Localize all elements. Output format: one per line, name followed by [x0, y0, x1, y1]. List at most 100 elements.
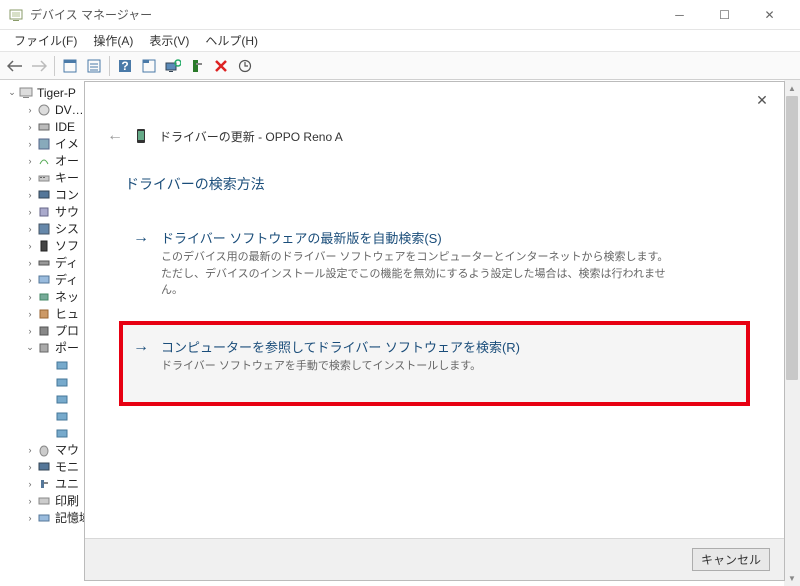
maximize-button[interactable]: ☐	[702, 0, 747, 30]
tree-item-label: ポー	[55, 339, 79, 356]
window-title: デバイス マネージャー	[30, 6, 657, 23]
driver-update-dialog: ✕ ← ドライバーの更新 - OPPO Reno A ドライバーの検索方法 → …	[85, 82, 784, 580]
tree-item-label: コン	[55, 186, 79, 203]
caret-icon[interactable]: ⌄	[24, 342, 36, 353]
toolbar: ?	[0, 52, 800, 80]
option-browse-desc: ドライバー ソフトウェアを手動で検索してインストールします。	[161, 358, 520, 375]
port-icon	[54, 391, 70, 407]
caret-icon[interactable]: ›	[24, 513, 36, 523]
scroll-down-icon[interactable]: ▼	[784, 570, 800, 586]
minimize-button[interactable]: ─	[657, 0, 702, 30]
tree-item-label: キー	[55, 169, 79, 186]
tree-item-label: サウ	[55, 203, 79, 220]
arrow-right-icon: →	[133, 337, 149, 375]
dialog-heading: ドライバーの検索方法	[125, 174, 744, 194]
svg-text:?: ?	[121, 59, 128, 73]
forward-icon[interactable]	[28, 55, 50, 77]
scroll-up-icon[interactable]: ▲	[784, 80, 800, 96]
list-icon[interactable]	[83, 55, 105, 77]
device-category-icon	[36, 204, 52, 220]
tree-item-label: ネッ	[55, 288, 79, 305]
tree-item-label: ソフ	[55, 237, 79, 254]
device-category-icon	[36, 493, 52, 509]
tree-item-label: プロ	[55, 322, 79, 339]
tree-item-label: オー	[55, 152, 79, 169]
device-category-icon	[36, 136, 52, 152]
device-category-icon	[36, 272, 52, 288]
uninstall-icon[interactable]	[210, 55, 232, 77]
dialog-back-button[interactable]: ←	[103, 124, 127, 148]
tree-item-label: ディ	[55, 271, 78, 288]
titlebar: デバイス マネージャー ─ ☐ ✕	[0, 0, 800, 30]
device-category-icon	[36, 340, 52, 356]
device-category-icon	[36, 153, 52, 169]
caret-icon[interactable]: ›	[24, 156, 36, 166]
close-button[interactable]: ✕	[747, 0, 792, 30]
tree-item-label: イメ	[55, 135, 79, 152]
dialog-footer: キャンセル	[85, 538, 784, 580]
device-category-icon	[36, 306, 52, 322]
device-icon	[135, 128, 151, 144]
caret-icon[interactable]: ›	[24, 122, 36, 132]
tree-root-label: Tiger-P	[37, 86, 76, 100]
device-category-icon	[36, 119, 52, 135]
details-icon[interactable]	[59, 55, 81, 77]
caret-icon[interactable]: ›	[24, 139, 36, 149]
wizard-icon[interactable]	[186, 55, 208, 77]
caret-icon[interactable]: ›	[24, 462, 36, 472]
caret-icon[interactable]: ›	[24, 105, 36, 115]
port-icon	[54, 374, 70, 390]
device-category-icon	[36, 459, 52, 475]
menu-action[interactable]: 操作(A)	[85, 30, 141, 51]
device-category-icon	[36, 187, 52, 203]
caret-icon[interactable]: ›	[24, 309, 36, 319]
scrollbar-thumb[interactable]	[786, 96, 798, 380]
port-icon	[54, 357, 70, 373]
caret-icon[interactable]: ›	[24, 241, 36, 251]
caret-icon[interactable]: ›	[24, 496, 36, 506]
device-category-icon	[36, 442, 52, 458]
device-category-icon	[36, 476, 52, 492]
menubar: ファイル(F) 操作(A) 表示(V) ヘルプ(H)	[0, 30, 800, 52]
caret-icon[interactable]: ›	[24, 275, 36, 285]
scrollbar[interactable]: ▲ ▼	[784, 80, 800, 586]
option-browse-computer[interactable]: → コンピューターを参照してドライバー ソフトウェアを検索(R) ドライバー ソ…	[119, 321, 750, 407]
scrollbar-track[interactable]	[784, 96, 800, 570]
app-icon	[8, 7, 24, 23]
caret-icon[interactable]: ›	[24, 292, 36, 302]
properties-icon[interactable]	[138, 55, 160, 77]
device-category-icon	[36, 510, 52, 526]
dialog-title: ドライバーの更新 - OPPO Reno A	[159, 128, 343, 145]
device-category-icon	[36, 170, 52, 186]
menu-help[interactable]: ヘルプ(H)	[197, 30, 266, 51]
tree-item-label: マウ	[55, 441, 79, 458]
menu-view[interactable]: 表示(V)	[141, 30, 197, 51]
port-icon	[54, 408, 70, 424]
tree-item-label: 印刷	[55, 492, 79, 509]
caret-icon[interactable]: ›	[24, 479, 36, 489]
tree-item-label: DV…	[55, 103, 84, 117]
caret-icon[interactable]: ›	[24, 326, 36, 336]
arrow-right-icon: →	[133, 228, 149, 299]
dialog-close-button[interactable]: ✕	[752, 90, 772, 110]
help-icon[interactable]: ?	[114, 55, 136, 77]
update-icon[interactable]	[234, 55, 256, 77]
caret-icon[interactable]: ›	[24, 207, 36, 217]
option-auto-search[interactable]: → ドライバー ソフトウェアの最新版を自動検索(S) このデバイス用の最新のドラ…	[125, 218, 744, 309]
tree-item-label: モニ	[55, 458, 79, 475]
option-browse-title: コンピューターを参照してドライバー ソフトウェアを検索(R)	[161, 337, 520, 356]
caret-down-icon[interactable]: ⌄	[6, 87, 18, 98]
device-category-icon	[36, 255, 52, 271]
tree-item-label: ユニ	[55, 475, 79, 492]
caret-icon[interactable]: ›	[24, 258, 36, 268]
menu-file[interactable]: ファイル(F)	[6, 30, 85, 51]
cancel-button[interactable]: キャンセル	[692, 548, 770, 571]
computer-icon	[18, 85, 34, 101]
back-icon[interactable]	[4, 55, 26, 77]
caret-icon[interactable]: ›	[24, 173, 36, 183]
caret-icon[interactable]: ›	[24, 445, 36, 455]
scan-icon[interactable]	[162, 55, 184, 77]
caret-icon[interactable]: ›	[24, 190, 36, 200]
caret-icon[interactable]: ›	[24, 224, 36, 234]
port-icon	[54, 425, 70, 441]
